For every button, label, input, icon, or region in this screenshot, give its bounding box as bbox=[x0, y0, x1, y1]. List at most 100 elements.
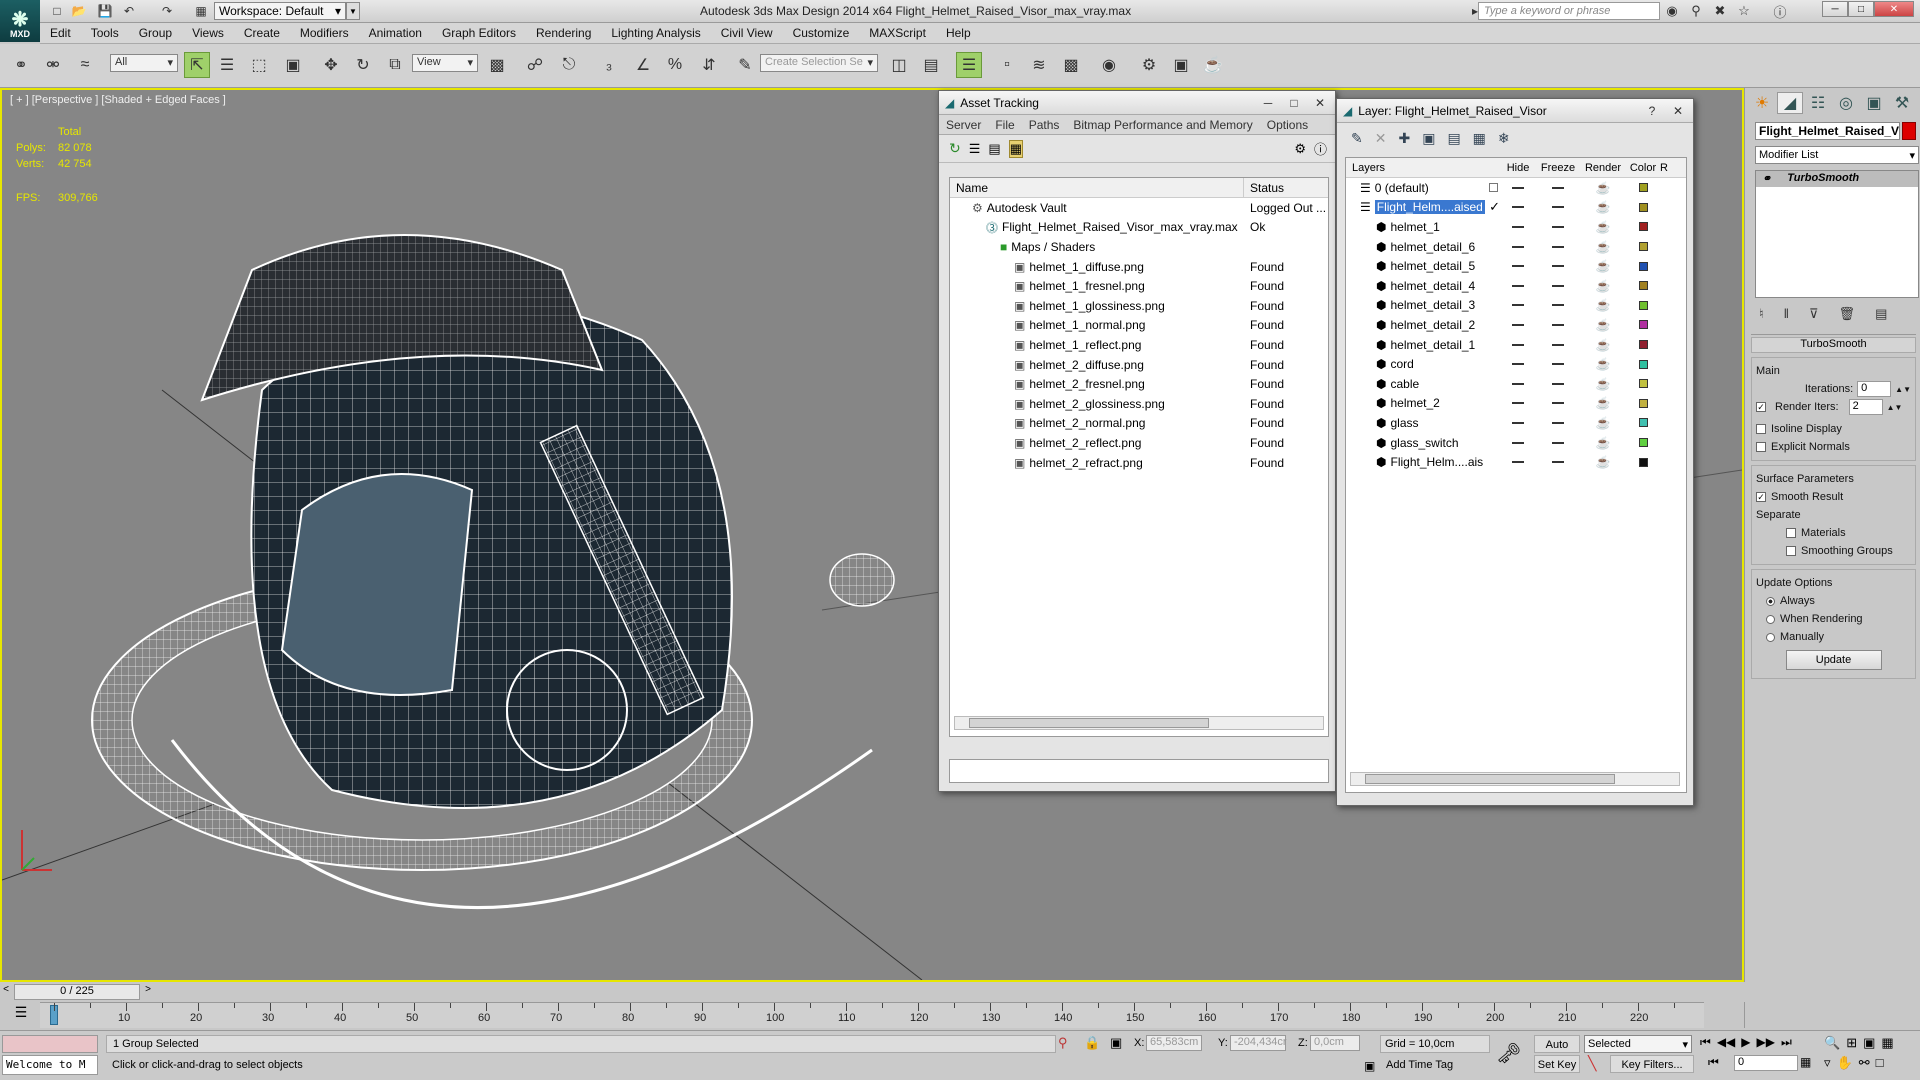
freeze-toggle[interactable] bbox=[1536, 363, 1580, 366]
freeze-unfreeze-all-icon[interactable]: ❄ bbox=[1498, 130, 1510, 147]
pan-icon[interactable]: ✋ bbox=[1837, 1055, 1853, 1071]
app-logo[interactable]: ❋ MXD bbox=[0, 0, 40, 42]
render-toggle[interactable]: ☕ bbox=[1580, 318, 1626, 332]
utilities-tab-icon[interactable]: ⚒ bbox=[1889, 93, 1915, 113]
layer-row[interactable]: ⬢ helmet_detail_2 ☕ bbox=[1346, 315, 1686, 335]
show-end-result-icon[interactable]: ‖ bbox=[1784, 306, 1789, 322]
z-coord-field[interactable]: 0,0cm bbox=[1310, 1035, 1360, 1051]
layer-row[interactable]: ☰ Flight_Helm....aised ✓ ☕ bbox=[1346, 198, 1686, 218]
rollout-title[interactable]: TurboSmooth bbox=[1751, 337, 1916, 353]
menu-views[interactable]: Views bbox=[182, 26, 234, 40]
percent-snap-icon[interactable]: % bbox=[662, 52, 688, 78]
display-tab-icon[interactable]: ▣ bbox=[1861, 93, 1887, 113]
list-view-icon[interactable]: ☰ bbox=[969, 141, 981, 157]
schematic-view-icon[interactable]: ▩ bbox=[1058, 52, 1084, 78]
col-r-header[interactable]: R bbox=[1660, 162, 1672, 174]
at-menu-bitmap-performance[interactable]: Bitmap Performance and Memory bbox=[1066, 118, 1259, 132]
asset-row[interactable]: ▣ helmet_2_diffuse.png Found bbox=[950, 355, 1328, 375]
layer-color-swatch[interactable] bbox=[1626, 183, 1660, 193]
asset-row[interactable]: ■ Maps / Shaders bbox=[950, 237, 1328, 257]
object-name-field[interactable]: Flight_Helmet_Raised_Vi bbox=[1755, 122, 1901, 140]
isoline-display-checkbox[interactable] bbox=[1756, 424, 1766, 434]
asset-row[interactable]: ▣ helmet_1_reflect.png Found bbox=[950, 335, 1328, 355]
hide-toggle[interactable] bbox=[1500, 304, 1536, 307]
auto-key-button[interactable]: Auto Key bbox=[1534, 1035, 1580, 1069]
smooth-result-checkbox[interactable]: ✓ bbox=[1756, 492, 1766, 502]
render-toggle[interactable]: ☕ bbox=[1580, 240, 1626, 254]
zoom-all-icon[interactable]: ⊞ bbox=[1846, 1035, 1857, 1051]
menu-create[interactable]: Create bbox=[234, 26, 290, 40]
col-status-header[interactable]: Status bbox=[1244, 178, 1290, 197]
menu-graph-editors[interactable]: Graph Editors bbox=[432, 26, 526, 40]
asset-tree-hscrollbar[interactable] bbox=[954, 716, 1324, 730]
freeze-toggle[interactable] bbox=[1536, 225, 1580, 228]
menu-maxscript[interactable]: MAXScript bbox=[859, 26, 936, 40]
freeze-toggle[interactable] bbox=[1536, 402, 1580, 405]
menu-civil-view[interactable]: Civil View bbox=[711, 26, 783, 40]
freeze-toggle[interactable] bbox=[1536, 421, 1580, 424]
hide-toggle[interactable] bbox=[1500, 461, 1536, 464]
layer-row[interactable]: ⬢ helmet_detail_3 ☕ bbox=[1346, 296, 1686, 316]
hide-toggle[interactable] bbox=[1500, 323, 1536, 326]
move-icon[interactable]: ✥ bbox=[318, 52, 344, 78]
layer-color-swatch[interactable] bbox=[1626, 457, 1660, 467]
menu-edit[interactable]: Edit bbox=[40, 26, 81, 40]
materials-checkbox[interactable] bbox=[1786, 528, 1796, 538]
freeze-toggle[interactable] bbox=[1536, 186, 1580, 189]
render-setup-icon[interactable]: ⚙ bbox=[1136, 52, 1162, 78]
scale-icon[interactable]: ⧉ bbox=[382, 52, 408, 78]
curve-editor-mini-icon[interactable]: ☰ bbox=[8, 1004, 34, 1026]
layer-manager-help-icon[interactable]: ? bbox=[1639, 102, 1665, 119]
render-production-icon[interactable]: ☕ bbox=[1200, 52, 1226, 78]
menu-group[interactable]: Group bbox=[129, 26, 182, 40]
workspace-expand-icon[interactable]: ▼ bbox=[346, 2, 360, 20]
graphite-ribbon-icon[interactable]: ▫ bbox=[994, 52, 1020, 78]
material-editor-icon[interactable]: ◉ bbox=[1096, 52, 1122, 78]
vault-help-icon[interactable]: ⓘ bbox=[1314, 139, 1327, 158]
pivot-point-icon[interactable]: ▩ bbox=[484, 52, 510, 78]
render-toggle[interactable]: ☕ bbox=[1580, 338, 1626, 352]
render-toggle[interactable]: ☕ bbox=[1580, 279, 1626, 293]
select-objects-in-layer-icon[interactable]: ▣ bbox=[1422, 130, 1435, 147]
binoculars-icon[interactable]: ◉ bbox=[1662, 2, 1682, 20]
add-time-tag-button[interactable]: Add Time Tag bbox=[1386, 1059, 1453, 1071]
hide-toggle[interactable] bbox=[1500, 206, 1536, 209]
time-slider-next-icon[interactable]: > bbox=[142, 984, 154, 1000]
layer-color-swatch[interactable] bbox=[1626, 418, 1660, 428]
menu-customize[interactable]: Customize bbox=[783, 26, 860, 40]
col-layers-header[interactable]: Layers bbox=[1346, 162, 1500, 174]
menu-rendering[interactable]: Rendering bbox=[526, 26, 601, 40]
layer-color-swatch[interactable] bbox=[1626, 320, 1660, 330]
render-toggle[interactable]: ☕ bbox=[1580, 298, 1626, 312]
object-color-swatch[interactable] bbox=[1902, 122, 1916, 140]
render-iters-checkbox[interactable]: ✓ bbox=[1756, 402, 1766, 412]
make-unique-icon[interactable]: ⊽ bbox=[1809, 306, 1819, 322]
layer-color-swatch[interactable] bbox=[1626, 300, 1660, 310]
key-mode-toggle-icon[interactable]: ⏮ bbox=[1708, 1055, 1719, 1070]
modify-tab-icon[interactable]: ◢ bbox=[1777, 92, 1803, 114]
maximize-viewport-icon[interactable]: □ bbox=[1876, 1055, 1884, 1071]
track-bar[interactable]: 10 20 30 40 50 60 70 80 90 100 110 120 130 140 150 160 1… bbox=[40, 1002, 1704, 1028]
unlink-icon[interactable]: ⚮ bbox=[40, 52, 66, 78]
layer-color-swatch[interactable] bbox=[1626, 281, 1660, 291]
frame-counter-slider[interactable]: 0 / 225 bbox=[14, 984, 140, 1000]
layer-color-swatch[interactable] bbox=[1626, 222, 1660, 232]
render-iters-spinner-arrows[interactable]: ▲▼ bbox=[1887, 403, 1903, 412]
layer-list-scroll-thumb[interactable] bbox=[1365, 774, 1615, 784]
y-coord-field[interactable]: -204,434cr bbox=[1230, 1035, 1287, 1051]
add-to-layer-icon[interactable]: ✚ bbox=[1398, 130, 1410, 147]
help-icon[interactable]: ⓘ bbox=[1770, 2, 1790, 20]
refresh-icon[interactable]: ↻ bbox=[949, 140, 961, 157]
layer-color-swatch[interactable] bbox=[1626, 202, 1660, 212]
layer-color-swatch[interactable] bbox=[1626, 398, 1660, 408]
go-to-end-icon[interactable]: ⏭ bbox=[1781, 1035, 1792, 1050]
render-toggle[interactable]: ☕ bbox=[1580, 200, 1626, 214]
render-toggle[interactable]: ☕ bbox=[1580, 396, 1626, 410]
orbit-icon[interactable]: ⚯ bbox=[1859, 1055, 1870, 1071]
menu-help[interactable]: Help bbox=[936, 26, 981, 40]
asset-path-field[interactable] bbox=[949, 759, 1329, 783]
rendered-frame-window-icon[interactable]: ▣ bbox=[1168, 52, 1194, 78]
maximize-button[interactable]: □ bbox=[1848, 1, 1874, 17]
keyboard-shortcut-override-icon[interactable]: ⎋ bbox=[556, 52, 582, 78]
col-render-header[interactable]: Render bbox=[1580, 162, 1626, 174]
